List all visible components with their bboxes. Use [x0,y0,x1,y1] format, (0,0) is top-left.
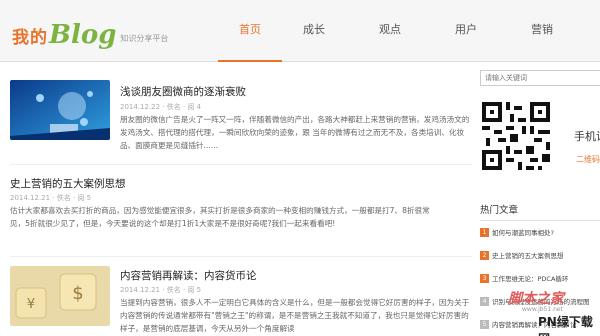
svg-text:¥: ¥ [27,297,35,312]
article-summary: 估计大家都喜欢去买打折的商品，因为感觉能便宜很多，其实打折是很多商家的一种变相的… [10,206,430,228]
mobile-access-subtitle: 二维码 [576,155,600,164]
hot-article-label: 工作思维无论：PDCA循环 [492,275,569,283]
nav-item-growth[interactable]: 成长 [282,0,346,62]
article-meta: 2014.12.21 · 佚名 · 阅 5 [120,286,202,294]
nav-item-opinion[interactable]: 观点 [358,0,422,62]
logo-cn-text: 我的 [12,28,48,48]
watermark-text: PN绿下载网 [538,315,593,336]
svg-text:$: $ [72,283,83,304]
qr-code-icon [482,102,550,170]
hot-article-label: 史上营销的五大案例思想 [492,252,564,260]
hot-article-item[interactable]: 1 如何与潮蓝同事相处? [480,227,554,237]
article-thumbnail[interactable] [10,80,110,140]
main-nav: 首页 成长 观点 用户 营销 [218,0,574,62]
watermark-logo: 脚本之家 [508,291,564,307]
hot-articles-heading: 热门文章 [480,202,600,221]
nav-item-users[interactable]: 用户 [434,0,498,62]
article-divider [10,164,472,165]
search-input[interactable] [480,70,600,86]
article-summary: 当提到内容营销，很多人不一定明白它具体的含义是什么，但是一般都会觉得它好厉害的样… [120,298,470,333]
article-title[interactable]: 浅谈朋友圈微商的逐渐衰败 [120,84,246,99]
rank-badge: 1 [480,227,489,237]
hot-article-label: 如何与潮蓝同事相处? [492,229,554,237]
hot-article-item[interactable]: 3 工作思维无论：PDCA循环 [480,273,568,283]
rank-badge: 4 [480,296,489,306]
watermark-url: www.jb51.net [522,306,563,313]
article-summary: 朋友圈的微信广告是火了一阵又一阵，伴随着微信的产出，各路大神都赶上来营销的营销，… [120,115,470,150]
article-meta: 2014.12.22 · 佚名 · 阅 4 [120,103,202,111]
nav-item-marketing[interactable]: 营销 [510,0,574,62]
article-divider [10,256,472,257]
site-logo[interactable]: 我的 Blog 知识分享平台 [12,12,168,48]
rank-badge: 5 [480,319,489,329]
mobile-access-title: 手机访问 [574,130,600,143]
article-meta: 2014.12.21 · 佚名 · 阅 5 [10,194,92,202]
article-thumbnail[interactable]: $ ¥ [10,266,110,326]
logo-blog-text: Blog [49,20,117,50]
rank-badge: 3 [480,273,489,283]
article-title[interactable]: 史上营销的五大案例思想 [10,176,126,191]
hot-article-item[interactable]: 2 史上营销的五大案例思想 [480,250,564,260]
rank-badge: 2 [480,250,489,260]
site-header: 我的 Blog 知识分享平台 首页 成长 观点 用户 营销 [0,0,600,62]
article-title[interactable]: 内容营销再解读：内容货币论 [120,268,257,283]
logo-subtitle: 知识分享平台 [120,34,169,43]
nav-item-home[interactable]: 首页 [218,0,282,62]
